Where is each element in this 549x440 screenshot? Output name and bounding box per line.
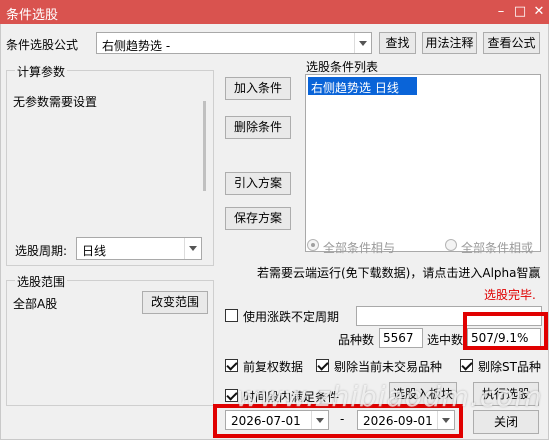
exclude-untraded-checkbox[interactable] xyxy=(316,359,329,372)
params-message: 无参数需要设置 xyxy=(13,95,98,109)
chevron-down-icon xyxy=(359,41,367,46)
exclude-st-label: 剔除ST品种 xyxy=(478,360,541,374)
maximize-button[interactable]: □ xyxy=(511,3,529,21)
selected-count-highlight xyxy=(463,312,548,350)
dialog-body: 条件选股公式 右侧趋势选 - 查找 用法注释 查看公式 计算参数 无参数需要设置… xyxy=(0,24,549,440)
view-formula-button[interactable]: 查看公式 xyxy=(483,32,540,54)
formula-value: 右侧趋势选 - xyxy=(102,39,171,53)
window-title: 条件选股 xyxy=(6,8,59,23)
period-dropdown-button[interactable] xyxy=(184,238,201,259)
close-button[interactable]: 关闭 xyxy=(473,410,539,434)
count-label: 品种数 xyxy=(338,333,375,347)
minimize-button[interactable]: – xyxy=(492,3,510,21)
formula-dropdown-button[interactable] xyxy=(354,33,371,53)
fq-label: 前复权数据 xyxy=(243,360,304,374)
add-condition-button[interactable]: 加入条件 xyxy=(225,77,291,100)
range-value: 全部A股 xyxy=(13,297,58,311)
all-or-radio[interactable] xyxy=(445,239,457,251)
status-text: 选股完毕. xyxy=(484,288,536,302)
all-or-label: 全部条件相或 xyxy=(461,241,534,255)
chevron-down-icon xyxy=(189,246,197,251)
import-scheme-button[interactable]: 引入方案 xyxy=(225,172,291,195)
uncertain-period-checkbox[interactable] xyxy=(225,309,238,322)
count-value: 5567 xyxy=(379,328,423,348)
exclude-st-checkbox[interactable] xyxy=(460,359,473,372)
delete-condition-button[interactable]: 删除条件 xyxy=(225,116,291,139)
range-group-title: 选股范围 xyxy=(15,273,68,290)
all-and-label: 全部条件相与 xyxy=(323,241,396,255)
params-group: 计算参数 无参数需要设置 选股周期: 日线 xyxy=(6,63,214,266)
period-label: 选股周期: xyxy=(15,244,68,258)
close-window-button[interactable]: ✕ xyxy=(530,3,548,21)
watermark: www.zhibiaodm.com xyxy=(236,380,543,413)
change-range-button[interactable]: 改变范围 xyxy=(142,291,208,314)
find-button[interactable]: 查找 xyxy=(379,32,416,54)
title-bar: 条件选股 – □ ✕ xyxy=(0,0,549,24)
formula-label: 条件选股公式 xyxy=(6,38,79,52)
range-group: 选股范围 全部A股 改变范围 xyxy=(6,273,214,406)
usage-notes-button[interactable]: 用法注释 xyxy=(422,32,477,54)
period-select[interactable]: 日线 xyxy=(76,237,202,260)
params-group-title: 计算参数 xyxy=(15,63,68,80)
condition-list[interactable]: 右侧趋势选 日线 xyxy=(305,74,541,252)
condition-list-item[interactable]: 右侧趋势选 日线 xyxy=(308,77,417,95)
cloud-note[interactable]: 若需要云端运行(免下载数据)，请点击进入Alpha智赢 xyxy=(257,264,540,281)
selected-label: 选中数 xyxy=(427,333,464,347)
save-scheme-button[interactable]: 保存方案 xyxy=(225,207,291,230)
all-and-radio[interactable] xyxy=(307,239,319,251)
params-scrollbar[interactable] xyxy=(203,101,206,191)
exclude-untraded-label: 剔除当前未交易品种 xyxy=(334,360,443,374)
uncertain-period-label: 使用涨跌不定周期 xyxy=(243,310,340,324)
condition-list-title: 选股条件列表 xyxy=(306,60,379,74)
formula-select[interactable]: 右侧趋势选 - xyxy=(96,32,372,54)
period-value: 日线 xyxy=(82,244,107,258)
fq-checkbox[interactable] xyxy=(225,359,238,372)
